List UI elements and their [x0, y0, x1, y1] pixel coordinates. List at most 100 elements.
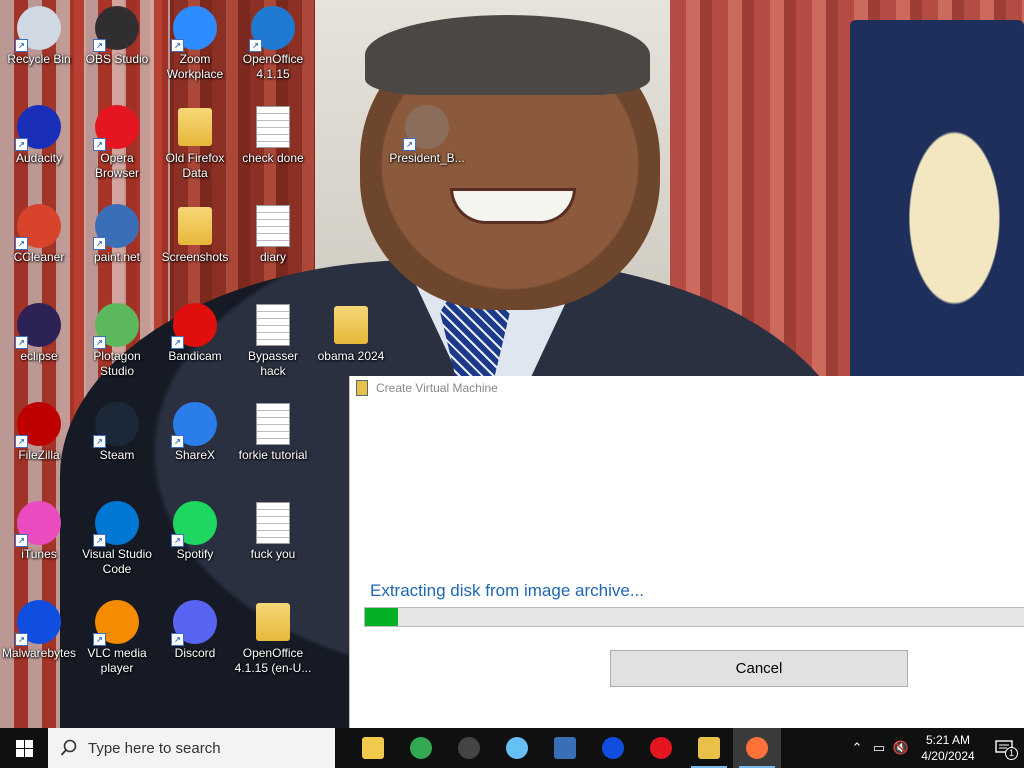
desktop-icon[interactable]: ↗ eclipse: [0, 303, 78, 364]
shortcut-arrow-icon: ↗: [93, 237, 106, 250]
desktop-icon-label: fuck you: [250, 547, 296, 561]
desktop-icon[interactable]: ↗ ShareX: [156, 402, 234, 463]
steam-icon: [506, 737, 528, 759]
text-document-icon: [251, 105, 295, 149]
desktop-icon[interactable]: Bypasser hack: [234, 303, 312, 379]
itunes-icon: ↗: [15, 501, 61, 547]
desktop-icon[interactable]: ↗ CCleaner: [0, 204, 78, 265]
desktop-icon-label: Discord: [174, 646, 216, 660]
sharex-icon: ↗: [171, 402, 217, 448]
folder-glyph: [334, 306, 368, 344]
folder-icon: [251, 600, 295, 644]
desktop-icon[interactable]: ↗ President_B...: [388, 105, 466, 166]
volume-muted-icon[interactable]: 🔇: [890, 728, 912, 768]
shortcut-arrow-icon: ↗: [403, 138, 416, 151]
wallpaper-presidential-flag: [850, 20, 1024, 380]
desktop-icon[interactable]: ↗ Discord: [156, 600, 234, 661]
taskbar-app-button[interactable]: [349, 728, 397, 768]
desktop-icon-label: forkie tutorial: [238, 448, 308, 462]
desktop-icon-label: Audacity: [15, 151, 63, 165]
paintnet-icon: [554, 737, 576, 759]
text-document-icon: [251, 303, 295, 347]
shortcut-arrow-icon: ↗: [15, 435, 28, 448]
desktop-icon[interactable]: ↗ Spotify: [156, 501, 234, 562]
desktop-icon[interactable]: OpenOffice 4.1.15 (en-U...: [234, 600, 312, 676]
eclipse-icon: ↗: [15, 303, 61, 349]
document-glyph: [256, 205, 290, 247]
desktop-icon-label: Visual Studio Code: [82, 547, 152, 576]
desktop-icon[interactable]: ↗ Visual Studio Code: [78, 501, 156, 577]
file-explorer-icon: [362, 737, 384, 759]
desktop-icon-label: Old Firefox Data: [165, 151, 225, 180]
taskbar-app-button[interactable]: [541, 728, 589, 768]
taskbar-app-button[interactable]: [589, 728, 637, 768]
windows-logo-icon: [15, 739, 33, 757]
taskbar-apps: [349, 728, 781, 768]
desktop-icon[interactable]: ↗ OBS Studio: [78, 6, 156, 67]
desktop-icon[interactable]: ↗ OpenOffice 4.1.15: [234, 6, 312, 82]
desktop-icon[interactable]: ↗ iTunes: [0, 501, 78, 562]
taskbar-app-button[interactable]: [685, 728, 733, 768]
document-glyph: [256, 304, 290, 346]
show-hidden-icons-chevron-icon[interactable]: ⌃: [846, 728, 868, 768]
clock-time: 5:21 AM: [925, 733, 971, 747]
desktop-icon[interactable]: ↗ FileZilla: [0, 402, 78, 463]
shortcut-arrow-icon: ↗: [171, 39, 184, 52]
steam-icon: ↗: [93, 402, 139, 448]
shortcut-arrow-icon: ↗: [249, 39, 262, 52]
desktop-icon[interactable]: ↗ Recycle Bin: [0, 6, 78, 67]
malwarebytes-icon: [602, 737, 624, 759]
clock-date: 4/20/2024: [921, 749, 975, 763]
desktop-icon[interactable]: fuck you: [234, 501, 312, 562]
chrome-icon: [410, 737, 432, 759]
desktop-icon[interactable]: diary: [234, 204, 312, 265]
desktop-icon[interactable]: Old Firefox Data: [156, 105, 234, 181]
folder-icon: [329, 303, 373, 347]
taskbar-app-button[interactable]: [493, 728, 541, 768]
desktop-icon[interactable]: ↗ Zoom Workplace: [156, 6, 234, 82]
start-button[interactable]: [0, 728, 48, 768]
taskbar-app-button[interactable]: [397, 728, 445, 768]
malwarebytes-icon: ↗: [15, 600, 61, 646]
desktop-icon[interactable]: obama 2024: [312, 303, 390, 364]
desktop-icon-label: ShareX: [174, 448, 216, 462]
shortcut-arrow-icon: ↗: [15, 39, 28, 52]
taskbar-app-button[interactable]: [637, 728, 685, 768]
obs-icon: ↗: [93, 6, 139, 52]
desktop-icon[interactable]: ↗ VLC media player: [78, 600, 156, 676]
notification-center-button[interactable]: 1: [984, 728, 1024, 768]
desktop-icon[interactable]: ↗ Bandicam: [156, 303, 234, 364]
dialog-titlebar[interactable]: Create Virtual Machine: [350, 376, 1024, 400]
desktop-icon-label: OpenOffice 4.1.15 (en-U...: [234, 646, 312, 675]
network-icon[interactable]: ▭: [868, 728, 890, 768]
wallpaper-smile: [450, 188, 576, 224]
document-glyph: [256, 403, 290, 445]
dialog-title: Create Virtual Machine: [376, 381, 498, 395]
search-icon: [60, 739, 77, 756]
shortcut-arrow-icon: ↗: [93, 138, 106, 151]
desktop-icon[interactable]: ↗ Malwarebytes: [0, 600, 78, 661]
openoffice-icon: ↗: [249, 6, 295, 52]
desktop-icon-label: Bandicam: [168, 349, 222, 363]
taskbar-app-button[interactable]: [733, 728, 781, 768]
desktop-icon[interactable]: ↗ Opera Browser: [78, 105, 156, 181]
taskbar-clock[interactable]: 5:21 AM 4/20/2024: [912, 732, 984, 764]
desktop-icon[interactable]: ↗ paint.net: [78, 204, 156, 265]
taskbar-search-box[interactable]: Type here to search: [48, 728, 335, 768]
shortcut-arrow-icon: ↗: [15, 633, 28, 646]
wallpaper-hair: [365, 15, 650, 95]
desktop-icon[interactable]: check done: [234, 105, 312, 166]
desktop-icon[interactable]: forkie tutorial: [234, 402, 312, 463]
cancel-button[interactable]: Cancel: [610, 650, 908, 687]
taskbar-app-button[interactable]: [445, 728, 493, 768]
ccleaner-icon: ↗: [15, 204, 61, 250]
desktop-icon[interactable]: Screenshots: [156, 204, 234, 265]
vscode-icon: ↗: [93, 501, 139, 547]
desktop-icon-label: check done: [242, 151, 304, 165]
shortcut-arrow-icon: ↗: [93, 633, 106, 646]
desktop-icon[interactable]: ↗ Audacity: [0, 105, 78, 166]
desktop-icon[interactable]: ↗ Steam: [78, 402, 156, 463]
desktop-icon[interactable]: ↗ Plotagon Studio: [78, 303, 156, 379]
desktop-icon-label: Screenshots: [161, 250, 229, 264]
desktop-icon-label: Steam: [99, 448, 135, 462]
